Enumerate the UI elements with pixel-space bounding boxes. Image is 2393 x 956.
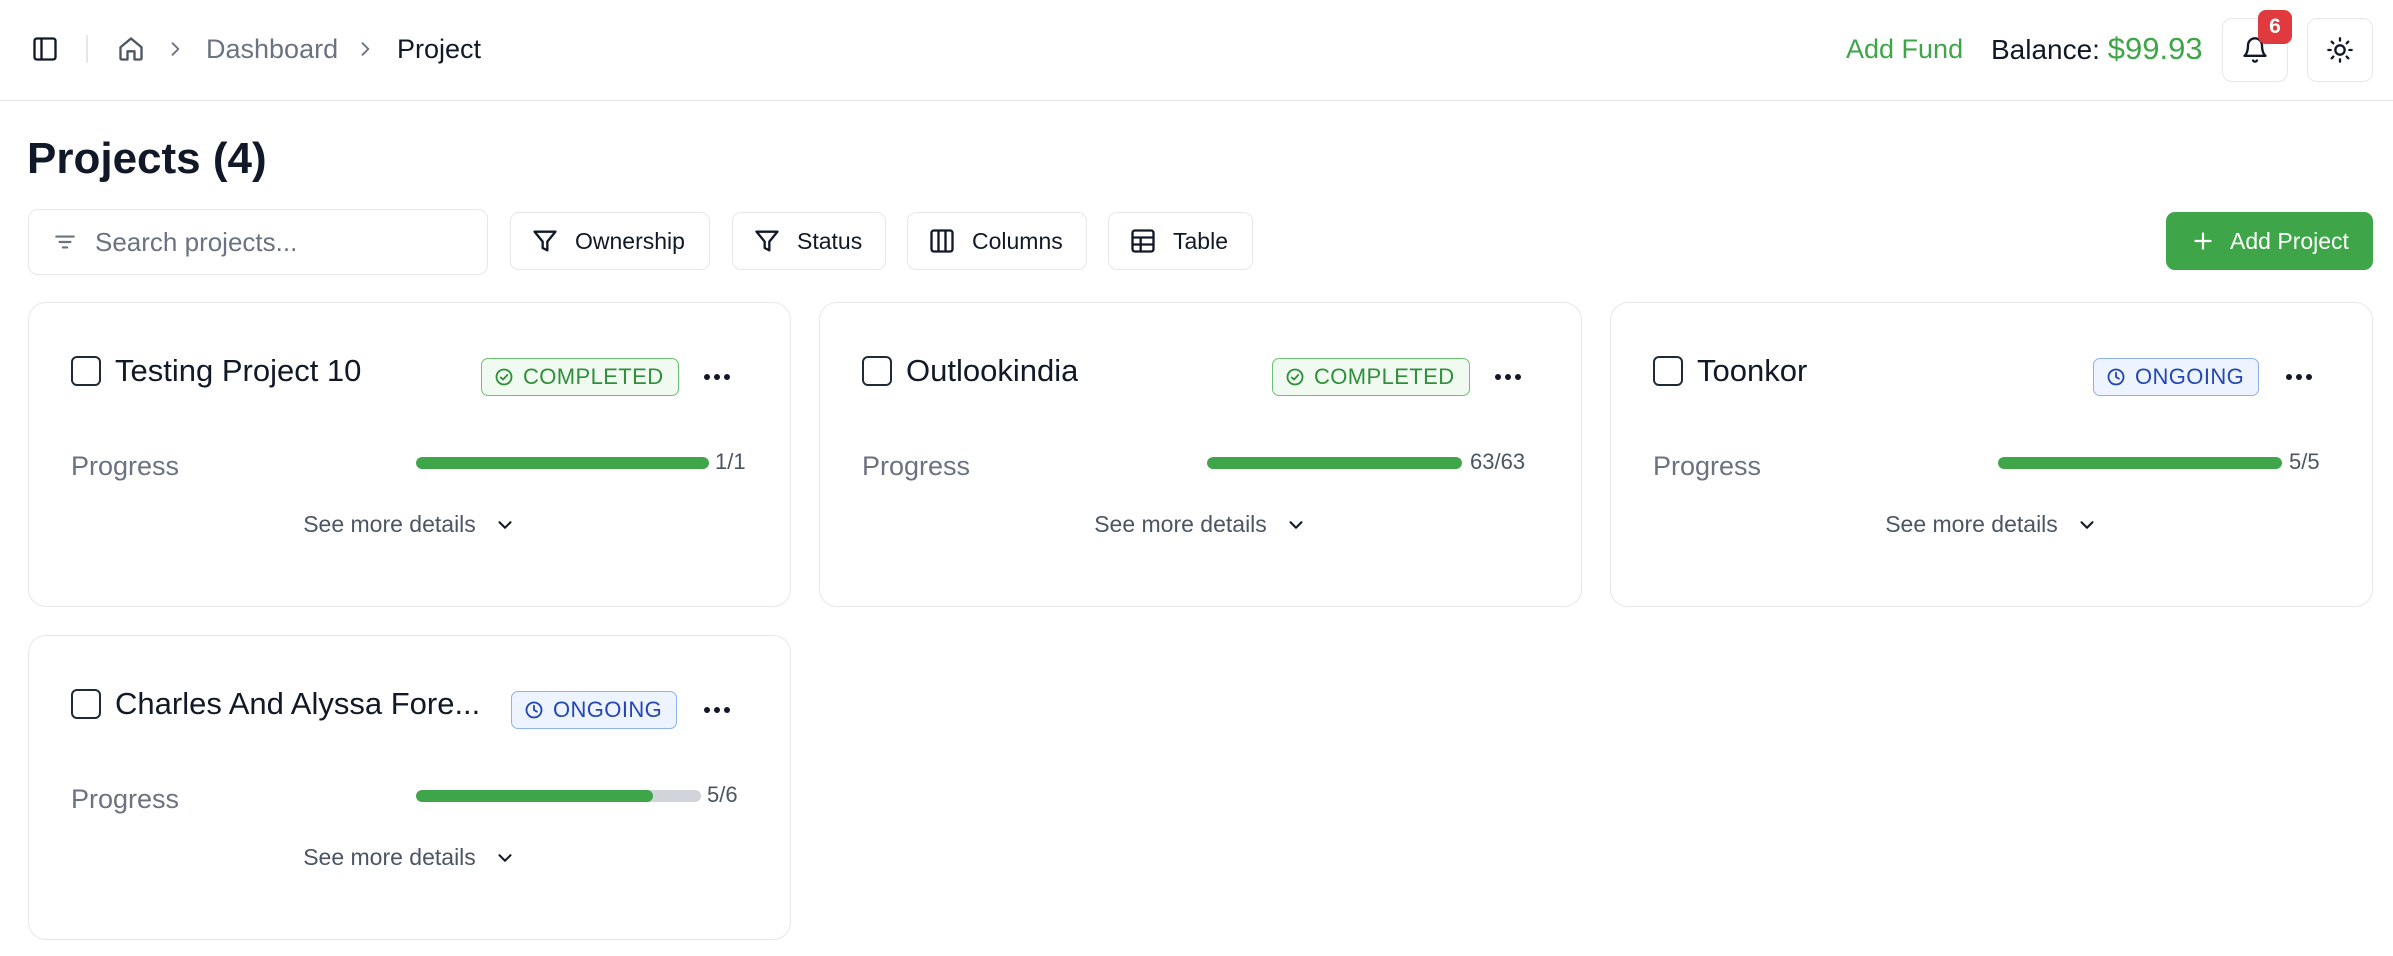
clock-icon	[525, 701, 543, 719]
status-filter-button[interactable]: Status	[732, 212, 886, 270]
breadcrumb-current: Project	[397, 34, 482, 64]
table-view-label: Table	[1173, 227, 1228, 254]
columns-label: Columns	[972, 227, 1063, 254]
plus-icon	[2194, 232, 2212, 250]
progress-label: Progress	[71, 451, 180, 481]
see-more-details-button[interactable]: See more details	[1611, 511, 2372, 538]
filter-lines-icon	[49, 226, 81, 258]
top-header: Dashboard Project Add Fund Balance: $99.…	[0, 0, 2393, 101]
ownership-filter-button[interactable]: Ownership	[510, 212, 710, 270]
project-select-checkbox[interactable]	[71, 356, 101, 386]
progress-value: 5/5	[2289, 449, 2320, 474]
add-project-button[interactable]: Add Project	[2166, 212, 2373, 270]
table-icon	[1131, 229, 1155, 253]
chevron-down-icon	[498, 520, 512, 529]
status-badge: ONGOING	[511, 691, 678, 729]
sidebar-panel-icon	[33, 37, 57, 61]
add-fund-link[interactable]: Add Fund	[1846, 30, 1963, 68]
progress-bar	[416, 790, 701, 802]
chevron-right-icon	[162, 36, 188, 62]
see-more-details-label: See more details	[303, 511, 476, 537]
status-filter-label: Status	[797, 227, 863, 254]
project-actions-button[interactable]	[2279, 358, 2319, 396]
breadcrumb-dashboard-link[interactable]: Dashboard	[206, 30, 338, 68]
progress-label: Progress	[1653, 451, 1762, 481]
project-select-checkbox[interactable]	[1653, 356, 1683, 386]
project-name[interactable]: Toonkor	[1697, 351, 1807, 391]
see-more-details-label: See more details	[303, 844, 476, 870]
progress-value: 63/63	[1470, 449, 1526, 474]
see-more-details-label: See more details	[1094, 511, 1267, 537]
status-badge-label: ONGOING	[553, 697, 663, 722]
project-select-checkbox[interactable]	[862, 356, 892, 386]
project-name[interactable]: Outlookindia	[906, 351, 1078, 391]
balance-amount: $99.93	[2107, 31, 2203, 66]
funnel-icon	[755, 230, 779, 252]
home-icon	[119, 37, 143, 61]
progress-bar	[416, 457, 709, 469]
project-actions-button[interactable]	[1488, 358, 1528, 396]
see-more-details-label: See more details	[1885, 511, 2058, 537]
ownership-filter-label: Ownership	[575, 227, 685, 254]
breadcrumb-home-link[interactable]	[112, 30, 150, 68]
progress-bar	[1207, 457, 1462, 469]
balance-display: Balance: $99.93	[1991, 30, 2203, 69]
sun-icon	[2327, 37, 2353, 63]
ellipsis-icon	[1495, 374, 1521, 380]
progress-bar	[1998, 457, 2282, 469]
project-name[interactable]: Testing Project 10	[115, 351, 361, 391]
columns-icon	[930, 229, 954, 253]
progress-bar-fill	[1998, 457, 2282, 469]
status-badge: COMPLETED	[481, 358, 679, 396]
search-box[interactable]	[28, 209, 488, 275]
progress-label: Progress	[862, 451, 971, 481]
page-title: Projects (4)	[27, 134, 267, 183]
progress-bar-fill	[416, 790, 654, 802]
status-badge: COMPLETED	[1272, 358, 1470, 396]
project-select-checkbox[interactable]	[71, 689, 101, 719]
check-circle-icon	[1286, 368, 1304, 386]
progress-value: 1/1	[715, 449, 746, 474]
see-more-details-button[interactable]: See more details	[820, 511, 1581, 538]
progress-bar-fill	[1207, 457, 1462, 469]
status-badge-label: COMPLETED	[1314, 364, 1455, 389]
project-card: Toonkor ONGOING Progress 5/5 See more de…	[1610, 302, 2373, 607]
project-card: Testing Project 10 COMPLETED Progress 1/…	[28, 302, 791, 607]
columns-button[interactable]: Columns	[907, 212, 1087, 270]
chevron-down-icon	[1289, 520, 1303, 529]
notification-count-badge: 6	[2258, 10, 2292, 44]
progress-label: Progress	[71, 784, 180, 814]
balance-label: Balance:	[1991, 34, 2100, 65]
project-actions-button[interactable]	[697, 358, 737, 396]
see-more-details-button[interactable]: See more details	[29, 844, 790, 871]
status-badge-label: COMPLETED	[523, 364, 664, 389]
funnel-icon	[533, 230, 557, 252]
add-project-label: Add Project	[2230, 227, 2349, 254]
sidebar-toggle-button[interactable]	[26, 30, 64, 68]
theme-toggle-button[interactable]	[2307, 18, 2373, 82]
ellipsis-icon	[704, 374, 730, 380]
ellipsis-icon	[2286, 374, 2312, 380]
see-more-details-button[interactable]: See more details	[29, 511, 790, 538]
table-view-button[interactable]: Table	[1108, 212, 1253, 270]
header-divider	[86, 35, 88, 63]
chevron-right-icon	[352, 36, 378, 62]
status-badge: ONGOING	[2093, 358, 2260, 396]
project-card: Charles And Alyssa Fore... ONGOING Progr…	[28, 635, 791, 940]
check-circle-icon	[495, 368, 513, 386]
search-input[interactable]	[95, 226, 475, 258]
clock-icon	[2107, 368, 2125, 386]
project-actions-button[interactable]	[697, 691, 737, 729]
project-name[interactable]: Charles And Alyssa Fore...	[115, 684, 480, 724]
chevron-down-icon	[498, 853, 512, 862]
progress-value: 5/6	[707, 782, 738, 807]
ellipsis-icon	[704, 707, 730, 713]
status-badge-label: ONGOING	[2135, 364, 2245, 389]
project-card: Outlookindia COMPLETED Progress 63/63 Se…	[819, 302, 1582, 607]
progress-bar-fill	[416, 457, 709, 469]
chevron-down-icon	[2080, 520, 2094, 529]
